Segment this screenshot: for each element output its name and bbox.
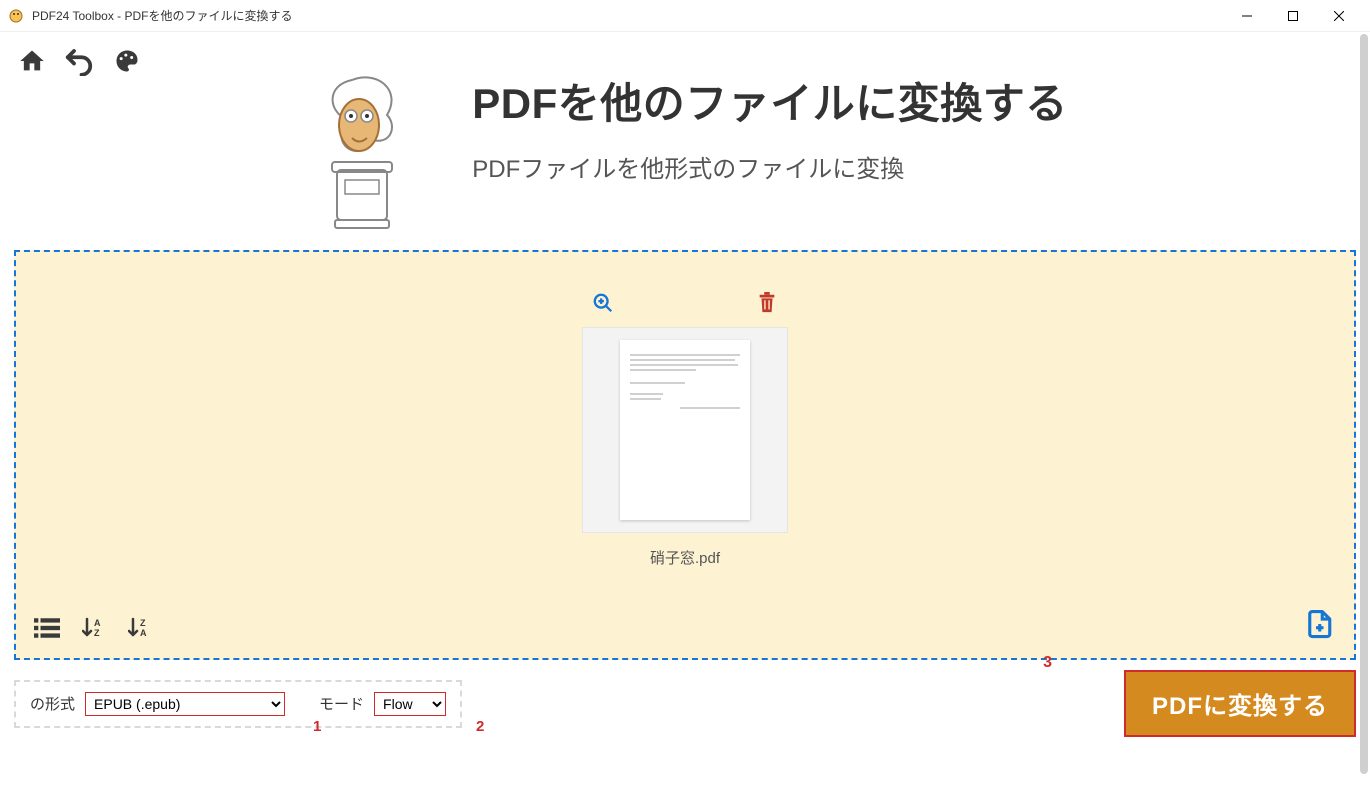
- file-actions: [580, 292, 790, 327]
- sort-az-icon[interactable]: AZ: [82, 617, 106, 644]
- home-icon[interactable]: [18, 47, 46, 75]
- options-row: の形式 EPUB (.epub) モード Flow 1 2 3 PDFに変換する: [14, 670, 1356, 737]
- window-title: PDF24 Toolbox - PDFを他のファイルに変換する: [32, 7, 1224, 24]
- titlebar: PDF24 Toolbox - PDFを他のファイルに変換する: [0, 0, 1370, 32]
- hero: PDFを他のファイルに変換する PDFファイルを他形式のファイルに変換: [8, 70, 1362, 230]
- sort-za-icon[interactable]: ZA: [128, 617, 152, 644]
- svg-text:Z: Z: [140, 618, 146, 628]
- file-name: 硝子窓.pdf: [650, 547, 720, 568]
- add-file-icon[interactable]: [1306, 609, 1336, 644]
- hero-text: PDFを他のファイルに変換する PDFファイルを他形式のファイルに変換: [472, 70, 1068, 184]
- options-panel: の形式 EPUB (.epub) モード Flow 1 2: [14, 680, 462, 728]
- page-subtitle: PDFファイルを他形式のファイルに変換: [472, 149, 1068, 184]
- annotation-marker-3: 3: [1043, 654, 1052, 672]
- dropzone-view-controls: AZ ZA: [34, 617, 152, 644]
- minimize-button[interactable]: [1224, 0, 1270, 32]
- theme-icon[interactable]: [112, 47, 142, 75]
- convert-button[interactable]: PDFに変換する: [1124, 670, 1356, 737]
- page-title: PDFを他のファイルに変換する: [472, 70, 1068, 131]
- zoom-in-icon[interactable]: [592, 292, 614, 319]
- annotation-marker-2: 2: [476, 718, 484, 735]
- dropzone[interactable]: 硝子窓.pdf AZ ZA: [14, 250, 1356, 660]
- annotation-marker-1: 1: [313, 718, 321, 735]
- page-preview: [620, 340, 750, 520]
- mode-select[interactable]: Flow: [374, 692, 446, 716]
- undo-icon[interactable]: [64, 46, 94, 76]
- maximize-button[interactable]: [1270, 0, 1316, 32]
- app-icon: [8, 8, 24, 24]
- mode-label: モード: [319, 693, 364, 714]
- hero-illustration: [302, 70, 422, 230]
- file-thumbnail[interactable]: [582, 327, 788, 533]
- format-select[interactable]: EPUB (.epub): [85, 692, 285, 716]
- delete-icon[interactable]: [756, 292, 778, 319]
- window-controls: [1224, 0, 1362, 32]
- file-item: 硝子窓.pdf: [580, 292, 790, 568]
- svg-text:A: A: [140, 628, 147, 638]
- list-view-icon[interactable]: [34, 617, 60, 644]
- close-button[interactable]: [1316, 0, 1362, 32]
- svg-text:Z: Z: [94, 628, 100, 638]
- content-area: PDFを他のファイルに変換する PDFファイルを他形式のファイルに変換: [0, 32, 1370, 800]
- format-label: の形式: [30, 693, 75, 714]
- svg-text:A: A: [94, 618, 101, 628]
